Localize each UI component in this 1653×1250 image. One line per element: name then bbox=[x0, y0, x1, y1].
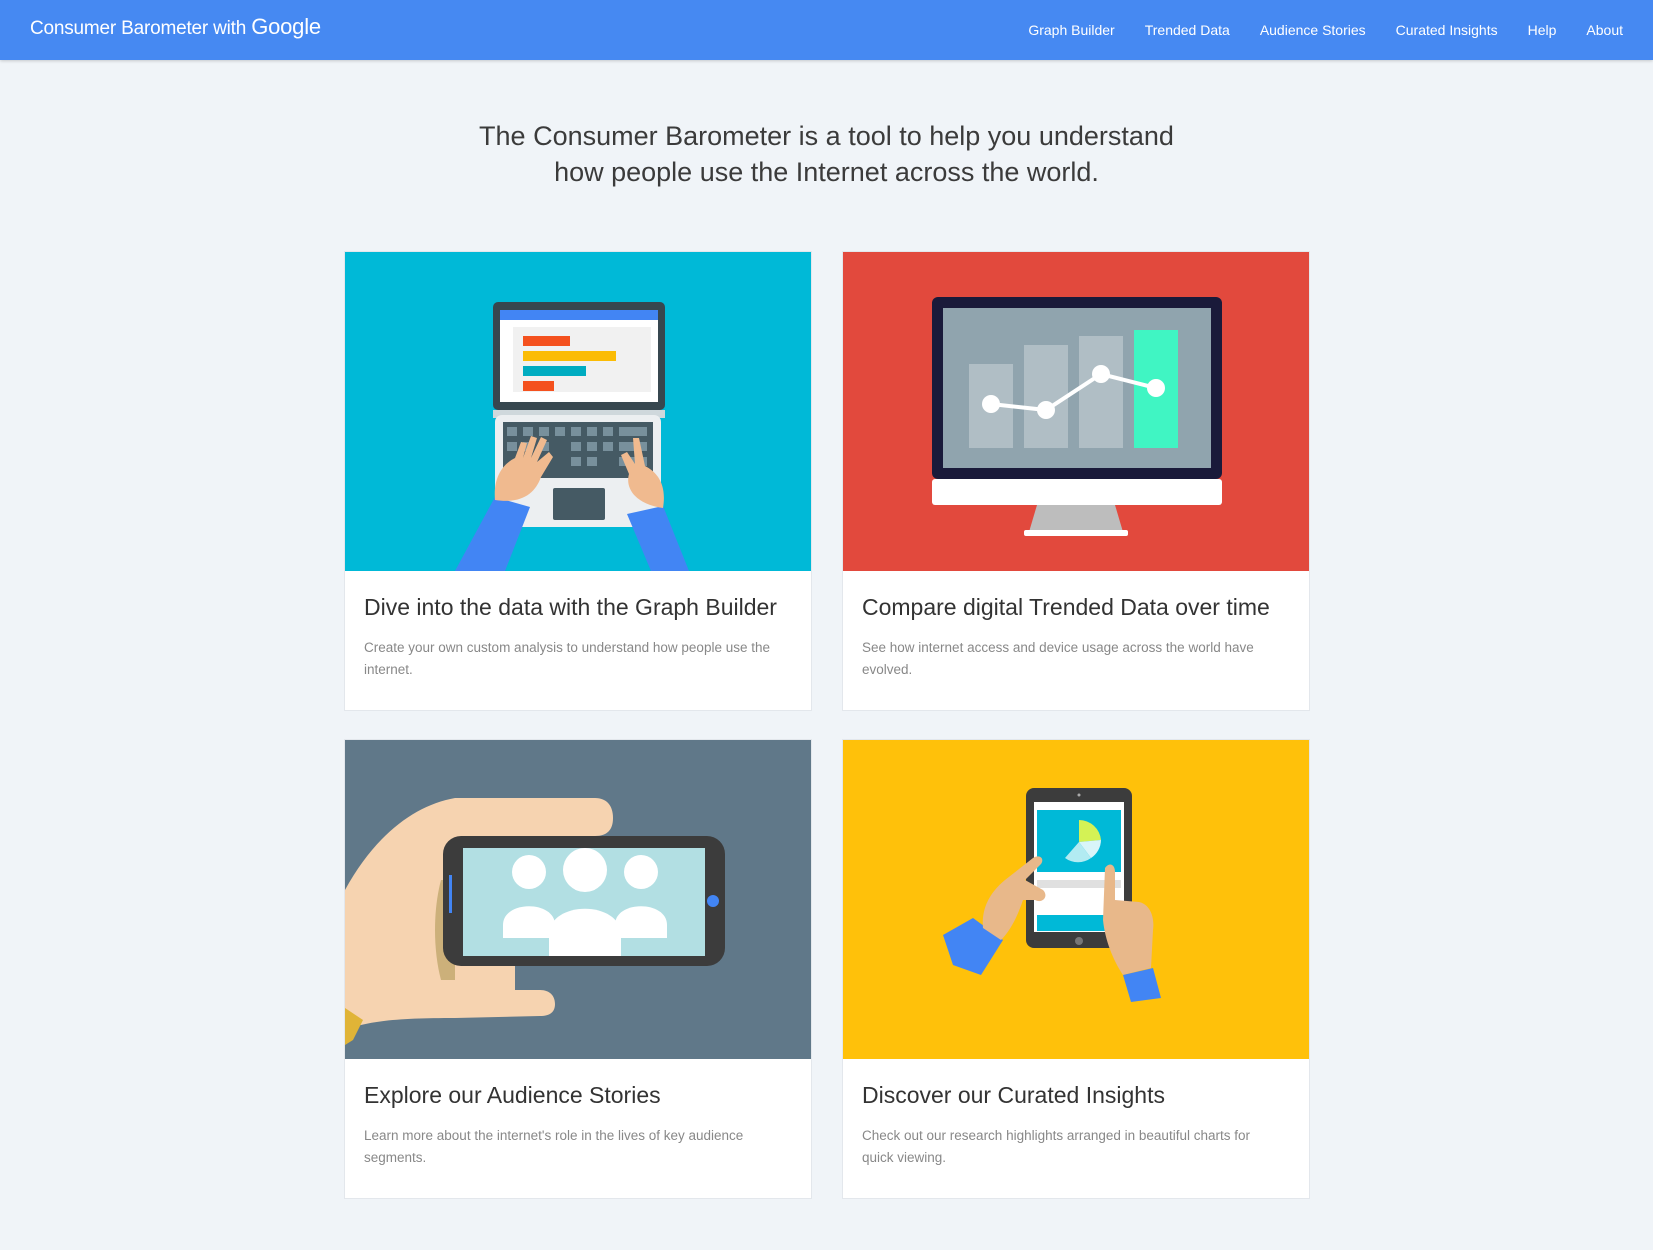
brand-logo-link[interactable]: Consumer Barometer with Google bbox=[30, 14, 321, 40]
card-illustration bbox=[345, 740, 811, 1059]
intro-line-2: how people use the Internet across the w… bbox=[554, 157, 1099, 187]
phone-audience-icon bbox=[345, 740, 811, 1059]
card-audience-stories[interactable]: Explore our Audience Stories Learn more … bbox=[344, 739, 812, 1199]
card-title: Compare digital Trended Data over time bbox=[862, 594, 1270, 620]
main-nav: Graph Builder Trended Data Audience Stor… bbox=[1028, 0, 1653, 60]
laptop-typing-icon bbox=[345, 252, 811, 571]
card-trended-data[interactable]: Compare digital Trended Data over time S… bbox=[842, 251, 1310, 711]
card-title: Dive into the data with the Graph Builde… bbox=[364, 594, 777, 620]
top-navigation-bar: Consumer Barometer with Google Graph Bui… bbox=[0, 0, 1653, 60]
nav-graph-builder[interactable]: Graph Builder bbox=[1028, 22, 1114, 38]
nav-help[interactable]: Help bbox=[1528, 22, 1557, 38]
card-graph-builder[interactable]: Dive into the data with the Graph Builde… bbox=[344, 251, 812, 711]
intro-text: The Consumer Barometer is a tool to help… bbox=[0, 118, 1653, 190]
card-title: Discover our Curated Insights bbox=[862, 1082, 1165, 1108]
card-title: Explore our Audience Stories bbox=[364, 1082, 661, 1108]
card-illustration bbox=[843, 740, 1309, 1059]
tablet-insights-icon bbox=[843, 740, 1309, 1059]
nav-audience-stories[interactable]: Audience Stories bbox=[1260, 22, 1366, 38]
monitor-chart-icon bbox=[843, 252, 1309, 571]
nav-curated-insights[interactable]: Curated Insights bbox=[1396, 22, 1498, 38]
card-description: See how internet access and device usage… bbox=[862, 640, 1254, 677]
card-illustration bbox=[843, 252, 1309, 571]
card-description: Create your own custom analysis to under… bbox=[364, 640, 770, 677]
google-wordmark: Google bbox=[251, 14, 321, 39]
intro-line-1: The Consumer Barometer is a tool to help… bbox=[479, 121, 1174, 151]
card-curated-insights[interactable]: Discover our Curated Insights Check out … bbox=[842, 739, 1310, 1199]
nav-trended-data[interactable]: Trended Data bbox=[1145, 22, 1230, 38]
nav-about[interactable]: About bbox=[1586, 22, 1623, 38]
brand-prefix: Consumer Barometer with bbox=[30, 18, 247, 39]
card-illustration bbox=[345, 252, 811, 571]
card-description: Learn more about the internet's role in … bbox=[364, 1128, 744, 1165]
card-description: Check out our research highlights arrang… bbox=[862, 1128, 1250, 1165]
